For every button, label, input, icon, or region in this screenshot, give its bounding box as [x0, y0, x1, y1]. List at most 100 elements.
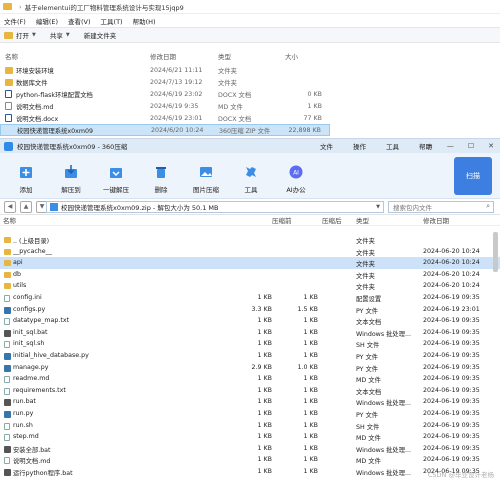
entry-type: 文本文档 — [356, 319, 382, 327]
menu-tools[interactable]: 工具(T) — [101, 16, 123, 26]
ai-office-button[interactable]: AI AI办公 — [278, 164, 314, 194]
archive-row[interactable]: 运行python程序.bat 1 KB 1 KB Windows 批处理... 2024… — [0, 466, 500, 478]
back-icon[interactable]: ◀ — [4, 200, 16, 213]
file-type: 文件夹 — [218, 67, 237, 75]
entry-size-before: 1 KB — [257, 398, 272, 406]
file-row[interactable]: 校园快递管理系统x0xm09 2024/6/20 10:24 360压缩 ZIP 文… — [0, 124, 330, 271]
column-after[interactable]: 压缩后 — [322, 215, 342, 225]
menu-help[interactable]: 帮助(H) — [133, 16, 156, 26]
entry-type: Windows 批处理... — [356, 446, 412, 454]
entry-name: initial_hive_database.py — [13, 351, 89, 359]
archive-row[interactable]: api 文件夹 2024-06-20 10:24 — [0, 257, 500, 269]
entry-date: 2024-06-19 09:35 — [423, 363, 480, 371]
menu-operation[interactable]: 操作 — [353, 141, 366, 151]
column-type[interactable]: 类型 — [218, 51, 231, 61]
entry-name: 说明文档.md — [13, 458, 51, 466]
menu-edit[interactable]: 编辑(E) — [36, 16, 58, 26]
column-type[interactable]: 类型 — [356, 215, 369, 225]
window-controls: ≡ — ☐ ✕ — [427, 142, 494, 150]
entry-name: run.sh — [13, 421, 33, 429]
archive-row[interactable]: run.sh 1 KB 1 KB SH 文件 2024-06-19 09:35 — [0, 420, 500, 432]
menu-view[interactable]: 查看(V) — [68, 16, 91, 26]
archive-row[interactable]: 安装全部.bat 1 KB 1 KB Windows 批处理... 2024-06-19… — [0, 443, 500, 455]
archive-row[interactable]: initial_hive_database.py 1 KB 1 KB PY 文件 202… — [0, 350, 500, 362]
file-row[interactable]: 说明文档.md 2024/6/19 9:35 MD 文件 1 KB — [0, 100, 330, 112]
archive-row[interactable]: configs.py 3.3 KB 1.5 KB PY 文件 2024-06-19 23… — [0, 304, 500, 316]
archive-row[interactable]: init_sql.bat 1 KB 1 KB Windows 批处理... 2024-0… — [0, 327, 500, 339]
column-name[interactable]: 名称 — [5, 51, 18, 61]
add-button[interactable]: 添加 — [8, 164, 44, 194]
address-text: 校园快递管理系统x0xm09.zip - 解包大小为 50.1 MB — [61, 203, 219, 212]
menu-file[interactable]: 文件 — [320, 141, 333, 151]
search-icon[interactable]: ⌕ — [486, 202, 490, 211]
open-icon — [4, 31, 13, 39]
image-compress-button[interactable]: 图片压缩 — [188, 164, 224, 194]
entry-date: 2024-06-19 09:35 — [423, 328, 480, 336]
tools-button[interactable]: 工具 — [233, 164, 269, 194]
archive-row[interactable]: run.bat 1 KB 1 KB Windows 批处理... 2024-06-19 … — [0, 396, 500, 408]
archive-row[interactable]: init_sql.sh 1 KB 1 KB SH 文件 2024-06-19 09:35 — [0, 338, 500, 350]
archive-row[interactable]: __pycache__ 文件夹 2024-06-20 10:24 — [0, 246, 500, 258]
explorer-breadcrumb[interactable]: › 基于elementui的工厂物料管理系统设计与实现15jqp9 — [0, 0, 500, 14]
entry-size-after: 1 KB — [303, 351, 318, 359]
archive-window: 校园快递管理系统x0xm09 - 360压缩 文件 操作 工具 帮助 ≡ — ☐… — [0, 138, 500, 482]
entry-size-after: 1 KB — [303, 317, 318, 325]
breadcrumb-item[interactable]: 基于elementui的工厂物料管理系统设计与实现15jqp9 — [25, 2, 184, 12]
extract-to-button[interactable]: 解压到 — [53, 164, 89, 194]
column-before[interactable]: 压缩前 — [272, 215, 292, 225]
maximize-icon[interactable]: ☐ — [468, 142, 474, 150]
chevron-down-icon[interactable]: ▼ — [376, 204, 380, 210]
add-label: 添加 — [19, 186, 33, 194]
archive-row[interactable]: config.ini 1 KB 1 KB 配置设置 2024-06-19 09:35 — [0, 292, 500, 304]
file-row[interactable]: 数据库文件 2024/7/13 19:12 文件夹 — [0, 76, 330, 88]
up-icon[interactable]: ▲ — [20, 200, 32, 213]
archive-row[interactable]: db 文件夹 2024-06-20 10:24 — [0, 269, 500, 281]
settings-menu-icon[interactable]: ≡ — [427, 142, 433, 150]
new-folder-button[interactable]: 新建文件夹 — [84, 30, 117, 40]
delete-button[interactable]: 删除 — [143, 164, 179, 194]
one-click-extract-button[interactable]: 一键解压 — [98, 164, 134, 194]
archive-row[interactable]: 说明文档.md 1 KB 1 KB MD 文件 2024-06-19 09:35 — [0, 454, 500, 466]
close-icon[interactable]: ✕ — [488, 142, 494, 150]
entry-size-after: 1 KB — [303, 398, 318, 406]
archive-toolbar: 添加 解压到 一键解压 删除 图片压缩 工具 AI AI办公 扫描 — [0, 153, 500, 199]
archive-row[interactable]: run.py 1 KB 1 KB PY 文件 2024-06-19 09:35 — [0, 408, 500, 420]
file-row[interactable]: python-flask环境配置文档 2024/6/19 23:02 DOCX 文档… — [0, 88, 330, 100]
file-modified: 2024/6/21 11:11 — [150, 66, 203, 74]
column-modified[interactable]: 修改日期 — [150, 51, 176, 61]
explorer-file-list: 环境安装环境 2024/6/21 11:11 文件夹 数据库文件 2024/7/13 1… — [0, 64, 330, 271]
entry-size-after: 1 KB — [303, 340, 318, 348]
scrollbar-thumb[interactable] — [493, 232, 498, 272]
archive-row[interactable]: utils 文件夹 2024-06-20 10:24 — [0, 280, 500, 292]
column-date[interactable]: 修改日期 — [423, 215, 449, 225]
minimize-icon[interactable]: — — [447, 142, 454, 150]
archive-row[interactable]: manage.py 2.9 KB 1.0 KB PY 文件 2024-06-19 09:… — [0, 362, 500, 374]
file-row[interactable]: 说明文档.docx 2024/6/19 23:01 DOCX 文档 77 KB — [0, 112, 330, 124]
archive-row[interactable]: step.md 1 KB 1 KB MD 文件 2024-06-19 09:35 — [0, 431, 500, 443]
column-name[interactable]: 名称 — [3, 215, 16, 225]
search-input[interactable]: 搜索包内文件 ⌕ — [388, 200, 494, 213]
file-size: 0 KB — [307, 90, 322, 98]
menu-tools[interactable]: 工具 — [386, 141, 399, 151]
entry-name: 运行python程序.bat — [13, 469, 73, 477]
batch-file-icon — [4, 399, 11, 407]
svg-text:AI: AI — [293, 170, 299, 177]
archive-row[interactable]: .. (上级目录) 文件夹 — [0, 234, 500, 246]
entry-name: datatype_map.txt — [13, 317, 70, 325]
column-size[interactable]: 大小 — [285, 51, 298, 61]
file-row[interactable]: 环境安装环境 2024/6/21 11:11 文件夹 — [0, 64, 330, 76]
entry-date: 2024-06-20 10:24 — [423, 270, 480, 278]
entry-size-after: 1 KB — [303, 421, 318, 429]
batch-file-icon — [4, 445, 11, 453]
menu-file[interactable]: 文件(F) — [4, 16, 26, 26]
address-field[interactable]: 校园快递管理系统x0xm09.zip - 解包大小为 50.1 MB ▼ — [46, 200, 384, 213]
archive-row[interactable]: datatype_map.txt 1 KB 1 KB 文本文档 2024-06-19 0… — [0, 315, 500, 327]
entry-type: 配置设置 — [356, 295, 382, 303]
entry-type: Windows 批处理... — [356, 400, 412, 408]
scan-button[interactable]: 扫描 — [454, 157, 492, 195]
archive-row[interactable]: requirements.txt 1 KB 1 KB 文本文档 2024-06-19 0… — [0, 385, 500, 397]
open-button[interactable]: 打开 ▼ — [4, 30, 36, 40]
share-button[interactable]: 共享 ▼ — [50, 30, 70, 40]
batch-file-icon — [4, 329, 11, 337]
archive-row[interactable]: readme.md 1 KB 1 KB MD 文件 2024-06-19 09:35 — [0, 373, 500, 385]
